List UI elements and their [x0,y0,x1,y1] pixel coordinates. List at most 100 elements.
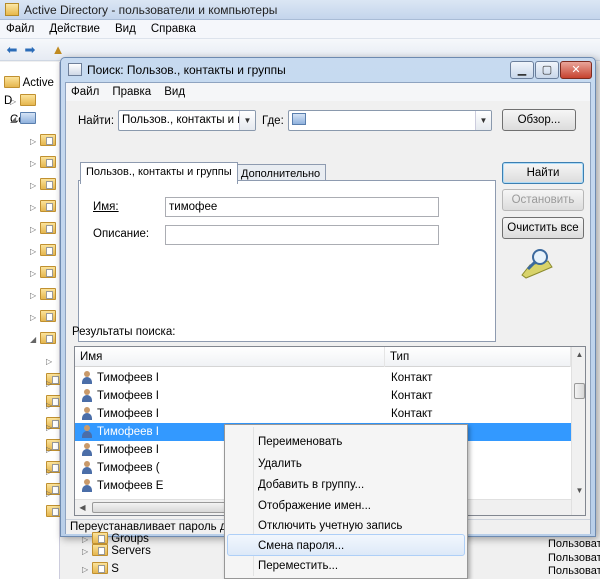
tree-item-ou[interactable]: ▷ [30,132,56,150]
tree-item-ou[interactable]: ▷ [30,308,56,326]
menu-item-name-mappings[interactable]: Отображение имен... [227,494,465,516]
folder-icon [20,94,36,106]
find-now-button[interactable]: Найти [502,162,584,184]
find-dialog-icon [68,63,82,76]
results-header: Имя Тип [75,347,571,367]
tree-item-ou[interactable]: ▷ [30,154,56,172]
ou-folder-icon [40,222,56,234]
back-arrow-icon[interactable]: ⬅ [4,42,20,58]
browse-button[interactable]: Обзор... [502,109,576,131]
expand-arrow-icon[interactable]: ▷ [10,93,20,111]
user-icon [81,425,93,439]
column-header-name[interactable]: Имя [75,347,385,367]
name-label: Имя: [93,201,119,213]
menu-item-rename[interactable]: Переименовать [227,430,465,452]
user-icon [81,479,93,493]
minimize-button[interactable]: ▁ [510,61,534,79]
where-label: Где: [262,115,284,127]
tree-item-ou-expanded[interactable]: ◢ [30,330,56,348]
menu-item-add-to-group[interactable]: Добавить в группу... [227,473,465,495]
forward-arrow-icon[interactable]: ➡ [22,42,38,58]
ad-app-icon [5,3,19,16]
ad-menubar: Файл Действие Вид Справка [0,20,600,39]
magnifier-search-icon [521,249,553,279]
domain-icon [20,112,36,124]
up-folder-icon[interactable]: ▲ [50,42,66,58]
bg-type-cell: Пользовате [548,538,600,550]
ad-menu-view[interactable]: Вид [109,23,142,35]
vertical-scroll-thumb[interactable] [574,383,585,399]
contact-icon [81,407,93,421]
tree-item-ou[interactable]: ▷ [30,286,56,304]
user-icon [81,443,93,457]
ad-window-title: Active Directory - пользователи и компью… [24,3,278,17]
tree-item-servers[interactable]: ▷ Servers [82,542,151,560]
ad-tree-pane: Active D ▷ Cox ◢ ▷ ▷ ▷ ▷ ▷ ▷ ▷ ▷ ▷ ◢ ▷ ▷… [0,62,62,579]
ou-folder-icon [40,244,56,256]
tree-item-s[interactable]: ▷ S [82,560,119,578]
ou-folder-icon [40,134,56,146]
find-type-combo[interactable]: Пользов., контакты и гр ▼ [118,110,256,131]
result-row[interactable]: Тимофеев I Контакт [75,369,571,387]
folder-icon [4,76,20,88]
results-label: Результаты поиска: [72,326,176,338]
tree-item-domain[interactable]: ◢ [10,110,36,128]
result-row[interactable]: Тимофеев I Контакт [75,387,571,405]
tree-item-ou[interactable]: ▷ [30,220,56,238]
maximize-button[interactable]: ▢ [535,61,559,79]
dialog-menu-view[interactable]: Вид [159,86,190,98]
tree-item-saved-queries[interactable]: ▷ Cox [10,92,59,126]
description-label: Описание: [93,228,150,240]
menu-item-delete[interactable]: Удалить [227,452,465,474]
result-row[interactable]: Тимофеев I Контакт [75,405,571,423]
ou-folder-icon [40,310,56,322]
scroll-down-icon[interactable]: ▼ [572,483,585,499]
menu-item-reset-password[interactable]: Смена пароля... [227,534,465,556]
tree-item-ou[interactable]: ▷ [30,242,56,260]
vertical-scrollbar[interactable]: ▲ ▼ [571,347,585,515]
ou-folder-icon [40,266,56,278]
tree-item-ou[interactable]: ▷ [30,198,56,216]
where-combo[interactable]: ▼ [288,110,492,131]
bg-type-cell: Пользовате [548,565,600,577]
menu-item-disable-account[interactable]: Отключить учетную запись [227,514,465,536]
tree-item-ou[interactable]: ▷ [30,176,56,194]
find-label: Найти: [78,115,115,127]
dialog-menubar: Файл Правка Вид [66,83,590,101]
scroll-up-icon[interactable]: ▲ [572,347,585,363]
column-header-type[interactable]: Тип [385,347,571,367]
chevron-down-icon[interactable]: ▼ [475,111,491,130]
horizontal-scroll-thumb[interactable] [92,502,232,513]
ad-menu-file[interactable]: Файл [0,23,40,35]
domain-icon [292,113,306,125]
dialog-menu-file[interactable]: Файл [66,86,104,98]
scroll-left-icon[interactable]: ◀ [75,500,90,515]
clear-all-button[interactable]: Очистить все [502,217,584,239]
tree-item-root[interactable]: Active D [4,74,59,107]
chevron-down-icon[interactable]: ▼ [239,111,255,130]
ad-menu-action[interactable]: Действие [43,23,106,35]
contact-icon [81,371,93,385]
ou-folder-icon [40,156,56,168]
dialog-title: Поиск: Пользов., контакты и группы [87,63,286,77]
bg-type-cell: Пользовате [548,552,600,564]
close-icon: ✕ [571,64,581,76]
contact-icon [81,389,93,403]
ou-folder-icon [92,544,108,556]
ou-folder-icon [40,332,56,344]
tree-item-ou[interactable]: ▷ [30,264,56,282]
menu-item-move[interactable]: Переместить... [227,554,465,576]
name-input[interactable]: тимофее [165,197,439,217]
ou-folder-icon [40,288,56,300]
ad-menu-help[interactable]: Справка [145,23,202,35]
ad-titlebar: Active Directory - пользователи и компью… [0,0,600,20]
ou-folder-icon [92,562,108,574]
close-button[interactable]: ✕ [560,61,592,79]
description-input[interactable] [165,225,439,245]
collapse-arrow-icon[interactable]: ◢ [10,111,20,129]
dialog-menu-edit[interactable]: Правка [107,86,156,98]
stop-button[interactable]: Остановить [502,189,584,211]
tab-users-contacts-groups[interactable]: Пользов., контакты и группы [80,162,238,184]
ou-folder-icon [40,200,56,212]
ou-folder-icon [40,178,56,190]
